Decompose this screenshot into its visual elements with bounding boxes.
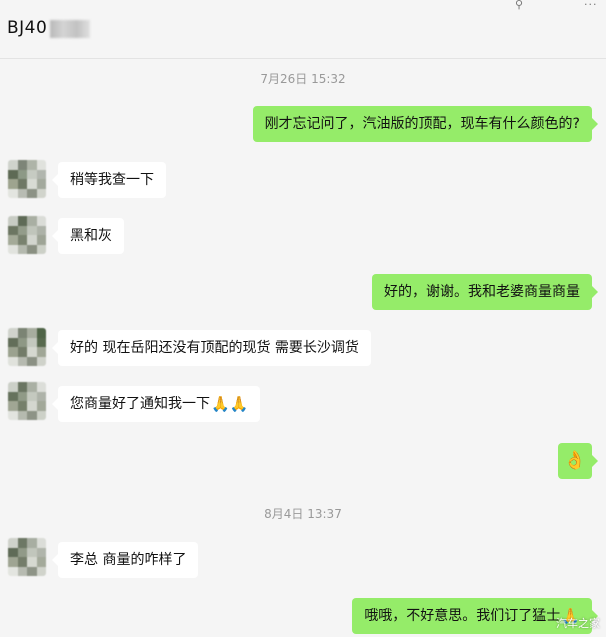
message-outgoing[interactable]: 刚才忘记问了，汽油版的顶配，现车有什么颜色的? xyxy=(252,106,599,142)
contact-avatar[interactable] xyxy=(8,160,46,198)
watermark: 汽车之家 xyxy=(556,617,600,630)
message-outgoing[interactable]: 好的，谢谢。我和老婆商量商量 xyxy=(372,274,598,310)
message-incoming[interactable]: 您商量好了通知我一下🙏🙏 xyxy=(51,386,261,422)
message-incoming[interactable]: 稍等我查一下 xyxy=(52,162,166,198)
contact-avatar[interactable] xyxy=(8,216,46,254)
ok-hand-icon: 👌 xyxy=(563,450,587,471)
chat-title: BJ40 xyxy=(7,18,48,38)
pin-icon[interactable]: ⚲ xyxy=(515,0,527,10)
contact-avatar[interactable] xyxy=(8,538,46,576)
message-outgoing[interactable]: 👌 xyxy=(558,443,598,479)
message-incoming[interactable]: 黑和灰 xyxy=(52,218,124,254)
redacted-title-suffix xyxy=(50,20,90,38)
contact-avatar[interactable] xyxy=(8,382,46,420)
contact-avatar[interactable] xyxy=(8,328,46,366)
pray-icon: 🙏🙏 xyxy=(211,395,249,413)
message-incoming[interactable]: 好的 现在岳阳还没有顶配的现货 需要长沙调货 xyxy=(52,330,371,366)
timestamp: 7月26日 15:32 xyxy=(260,72,346,86)
timestamp: 8月4日 13:37 xyxy=(264,507,342,521)
more-options-icon[interactable]: ··· xyxy=(584,0,598,11)
message-text: 哦哦，不好意思。我们订了猛士 xyxy=(364,608,561,624)
message-incoming[interactable]: 李总 商量的咋样了 xyxy=(51,542,199,578)
chat-header: BJ40 ⚲ ··· xyxy=(0,0,606,59)
message-text: 您商量好了通知我一下 xyxy=(70,396,210,412)
